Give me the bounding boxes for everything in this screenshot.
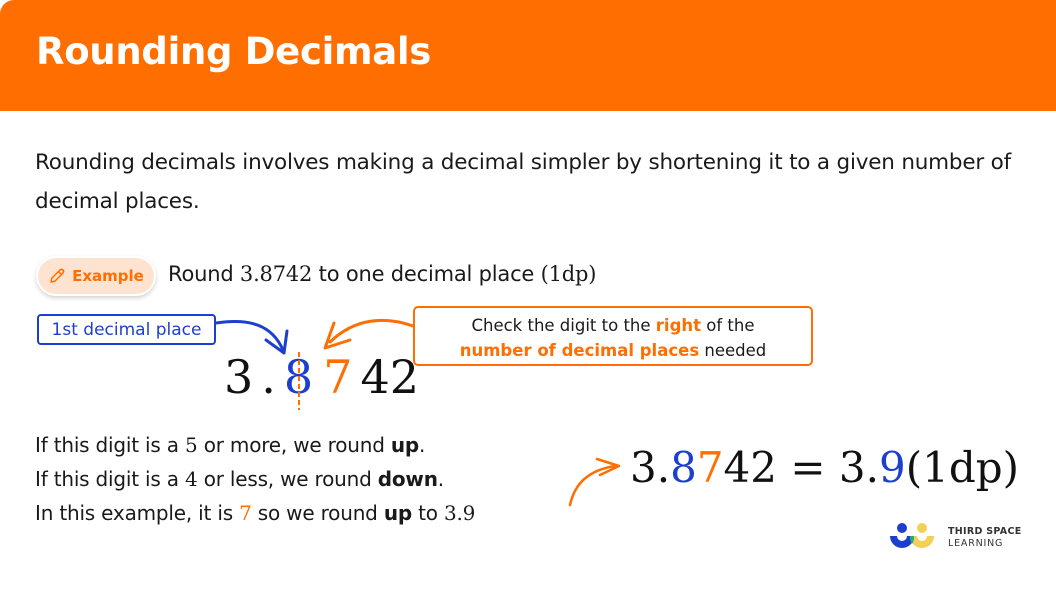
page-title: Rounding Decimals [36, 30, 432, 73]
result-second-decimal: 7 [696, 443, 724, 492]
first-decimal-label-text: 1st decimal place [51, 319, 202, 340]
digit-fourth-decimal: 2 [389, 350, 420, 404]
third-space-learning-logo: THIRD SPACE LEARNING [888, 522, 1022, 554]
rule-number: 7 [239, 501, 252, 525]
logo-text: THIRD SPACE LEARNING [948, 526, 1022, 550]
rule-round-down: If this digit is a 4 or less, we round d… [35, 462, 475, 496]
logo-line-1: THIRD SPACE [948, 526, 1022, 537]
rule-bold: down [377, 467, 438, 491]
rule-result: 3.9 [443, 501, 476, 525]
digit-second-decimal: 7 [323, 350, 353, 404]
result-rest: 42 [723, 443, 777, 492]
rule-round-up: If this digit is a 5 or more, we round u… [35, 428, 475, 462]
rule-bold: up [390, 433, 420, 457]
pencil-icon [50, 268, 65, 283]
orange-arrow-icon [323, 318, 415, 350]
rule-text: . [419, 433, 426, 457]
rule-number: 4 [185, 467, 198, 491]
example-badge: Example [36, 256, 156, 296]
rule-text: . [437, 467, 444, 491]
callout-highlight: right [655, 316, 702, 335]
question-suffix: to one decimal place [312, 262, 541, 286]
header-banner: Rounding Decimals [0, 0, 1056, 111]
callout-text: Check the digit to the [471, 316, 656, 335]
rounded-first-decimal: 9 [878, 443, 906, 492]
result-equation: 3.8742 = 3.9(1dp) [630, 443, 1019, 492]
rounded-dp: (1dp) [905, 443, 1019, 492]
decimal-point: . [261, 350, 276, 404]
equals-sign: = [777, 443, 839, 492]
example-number-display: 3 . 8 7 4 2 [224, 350, 419, 410]
blue-arrow-icon [214, 319, 289, 355]
question-dp: (1dp) [540, 262, 597, 286]
rounding-rules: If this digit is a 5 or more, we round u… [35, 428, 475, 530]
example-question: Round 3.8742 to one decimal place (1dp) [168, 262, 596, 286]
callout-line-1: Check the digit to the right of the [415, 313, 811, 338]
curved-arrow-icon [568, 457, 621, 507]
rule-text: or less, we round [197, 467, 378, 491]
digit-first-decimal: 8 [283, 350, 314, 404]
callout-line-2: number of decimal places needed [415, 338, 811, 363]
rule-text: to [411, 501, 444, 525]
intro-paragraph: Rounding decimals involves making a deci… [35, 150, 1011, 214]
question-number: 3.8742 [239, 262, 313, 286]
check-digit-callout: Check the digit to the right of the numb… [413, 306, 813, 366]
rule-text: so we round [251, 501, 384, 525]
digit-units: 3 [224, 350, 254, 404]
result-integer: 3. [630, 443, 671, 492]
callout-text: of the [701, 316, 755, 335]
rounded-integer: 3. [838, 443, 879, 492]
example-label: Example [72, 267, 144, 285]
first-decimal-label: 1st decimal place [37, 314, 216, 345]
digit-third-decimal: 4 [360, 350, 390, 404]
rule-this-example: In this example, it is 7 so we round up … [35, 496, 475, 530]
rule-text: In this example, it is [35, 501, 240, 525]
question-prefix: Round [168, 262, 240, 286]
logo-line-2: LEARNING [948, 538, 1004, 549]
logo-icon [890, 523, 934, 548]
rule-number: 5 [185, 433, 198, 457]
rule-text: If this digit is a [35, 433, 185, 457]
result-first-decimal: 8 [670, 443, 697, 492]
rule-bold: up [383, 501, 412, 525]
rule-text: If this digit is a [35, 467, 185, 491]
callout-text: needed [699, 341, 767, 360]
callout-highlight: number of decimal places [459, 341, 700, 360]
rule-text: or more, we round [197, 433, 391, 457]
